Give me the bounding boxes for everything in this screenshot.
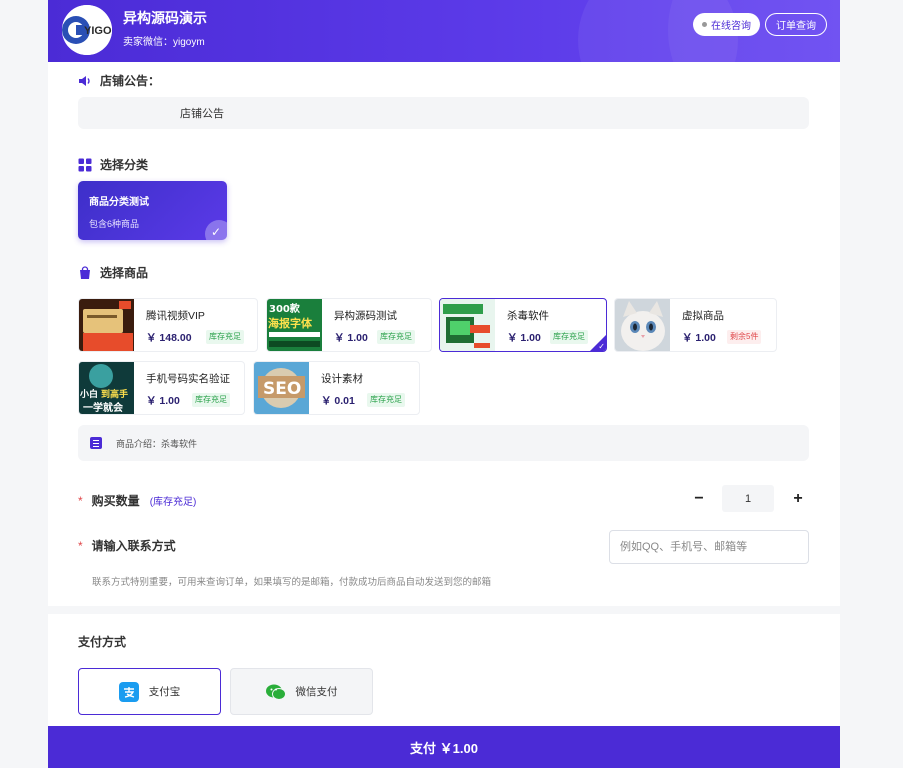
svg-text:到高手: 到高手 (101, 388, 128, 400)
product-thumbnail (440, 299, 495, 351)
speaker-icon (79, 75, 90, 86)
wechat-pay-label: 微信支付 (295, 686, 338, 698)
product-card[interactable]: 腾讯视频VIP ￥ 148.00 库存充足 (78, 298, 258, 352)
category-name: 商品分类测试 (89, 197, 149, 208)
payment-title: 支付方式 (78, 635, 127, 649)
section-divider (48, 606, 840, 614)
product-price: ￥ 1.00 (334, 332, 368, 344)
notice-title: 店铺公告： (78, 72, 160, 89)
product-card-selected[interactable]: 杀毒软件 ￥ 1.00 库存充足 ✓ (439, 298, 607, 352)
product-name: 杀毒软件 (507, 310, 549, 322)
seller-wechat: 卖家微信：yigoym (123, 37, 205, 48)
product-thumbnail: SEO (254, 362, 309, 414)
category-card[interactable]: 商品分类测试 包含6种商品 ✓ (78, 181, 227, 240)
stock-badge: 库存充足 (192, 393, 230, 407)
stock-note: (库存充足) (149, 497, 197, 508)
shop-page: YIGO 异构源码演示 卖家微信：yigoym 在线咨询 订单查询 店铺公告： … (48, 0, 840, 768)
wechat-icon (265, 682, 286, 702)
product-price: ￥ 1.00 (682, 332, 716, 344)
product-price: ￥ 148.00 (146, 332, 192, 344)
product-card[interactable]: 小白 到高手 一学就会 手机号码实名验证 ￥ 1.00 库存充足 (78, 361, 245, 415)
contact-input[interactable] (609, 530, 809, 564)
stock-badge: 库存充足 (550, 330, 588, 344)
product-price: ￥ 0.01 (321, 395, 355, 407)
shop-header: YIGO 异构源码演示 卖家微信：yigoym 在线咨询 订单查询 (48, 0, 840, 62)
product-price: ￥ 1.00 (146, 395, 180, 407)
product-thumbnail: 小白 到高手 一学就会 (79, 362, 134, 414)
required-mark: * (78, 493, 83, 508)
category-title-label: 选择分类 (100, 158, 149, 172)
alipay-icon (118, 681, 139, 702)
quantity-increase-button[interactable]: + (787, 488, 809, 510)
product-thumbnail (79, 299, 134, 351)
alipay-label: 支付宝 (148, 686, 181, 698)
product-name: 设计素材 (321, 373, 363, 385)
check-icon: ✓ (212, 705, 219, 714)
pay-button[interactable]: 支付 ￥1.00 (48, 726, 840, 768)
stock-badge: 库存充足 (367, 393, 405, 407)
product-name: 虚拟商品 (682, 310, 724, 322)
category-title: 选择分类 (78, 156, 148, 173)
shop-logo: YIGO (62, 5, 112, 55)
stock-badge: 库存充足 (206, 330, 244, 344)
products-title: 选择商品 (78, 264, 148, 281)
shop-name: 异构源码演示 (123, 10, 207, 26)
stock-badge: 库存充足 (377, 330, 415, 344)
quantity-decrease-button[interactable]: − (688, 488, 710, 510)
products-title-label: 选择商品 (100, 266, 149, 280)
product-card[interactable]: 300款 海报字体 异构源码测试 ￥ 1.00 库存充足 (266, 298, 432, 352)
selected-check-icon: ✓ (205, 220, 227, 240)
product-price: ￥ 1.00 (507, 332, 541, 344)
quantity-input[interactable] (722, 485, 774, 512)
check-icon: ✓ (598, 342, 605, 351)
product-intro-text: 商品介绍：杀毒软件 (116, 438, 198, 449)
svg-text:YIGO: YIGO (84, 25, 112, 37)
grid-icon (78, 158, 92, 171)
category-count: 包含6种商品 (89, 219, 140, 229)
product-thumbnail (615, 299, 670, 351)
product-thumbnail: 300款 海报字体 (267, 299, 322, 351)
wechat-pay-option[interactable]: 微信支付 (230, 668, 373, 715)
alipay-option[interactable]: 支付宝 ✓ (78, 668, 221, 715)
svg-text:SEO: SEO (263, 379, 301, 399)
online-consult-button[interactable]: 在线咨询 (693, 13, 760, 36)
product-intro: 商品介绍：杀毒软件 (78, 425, 809, 461)
status-dot-icon (702, 22, 707, 27)
svg-text:小白: 小白 (79, 388, 98, 400)
product-card[interactable]: 虚拟商品 ￥ 1.00 剩余5件 (614, 298, 777, 352)
quantity-label-text: 购买数量 (91, 494, 140, 508)
svg-text:300款: 300款 (269, 302, 301, 315)
contact-hint: 联系方式特别重要，可用来查询订单，如果填写的是邮箱，付款成功后商品自动发送到您的… (92, 577, 492, 588)
svg-text:海报字体: 海报字体 (268, 316, 313, 330)
stock-badge: 剩余5件 (727, 330, 762, 344)
svg-text:一学就会: 一学就会 (83, 401, 123, 414)
quantity-label: * 购买数量 (库存充足) (78, 492, 196, 509)
product-card[interactable]: SEO 设计素材 ￥ 0.01 库存充足 (253, 361, 420, 415)
notice-title-label: 店铺公告： (100, 74, 161, 88)
product-name: 腾讯视频VIP (146, 310, 205, 322)
notice-content: 店铺公告 (78, 97, 809, 129)
contact-label-text: 请输入联系方式 (91, 539, 176, 553)
shopping-bag-icon (80, 265, 90, 279)
product-name: 异构源码测试 (334, 310, 397, 322)
contact-label: * 请输入联系方式 (78, 537, 176, 554)
online-consult-label: 在线咨询 (711, 21, 751, 32)
document-icon (90, 437, 102, 449)
order-query-button[interactable]: 订单查询 (765, 13, 827, 36)
required-mark: * (78, 538, 83, 553)
product-name: 手机号码实名验证 (146, 373, 230, 385)
